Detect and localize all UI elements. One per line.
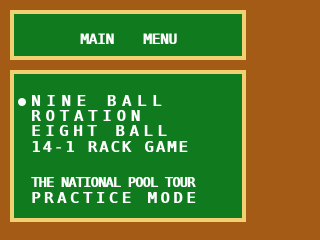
game-screen: MAIN MENU NINE BALL ROTATION EIGHT BALL …	[0, 0, 256, 240]
title-menu-text: MENU	[143, 32, 177, 48]
title-panel-felt	[14, 14, 242, 56]
title-main-text: MAIN	[80, 32, 114, 48]
ball-cursor-icon	[18, 98, 26, 106]
menu-item-practice-mode[interactable]: PRACTICE MODE	[31, 191, 199, 206]
menu-item-eight-ball[interactable]: EIGHT BALL	[31, 124, 171, 139]
title-panel	[10, 10, 246, 60]
menu-item-14-1-rack-game[interactable]: 14-1 RACK GAME	[31, 140, 190, 155]
